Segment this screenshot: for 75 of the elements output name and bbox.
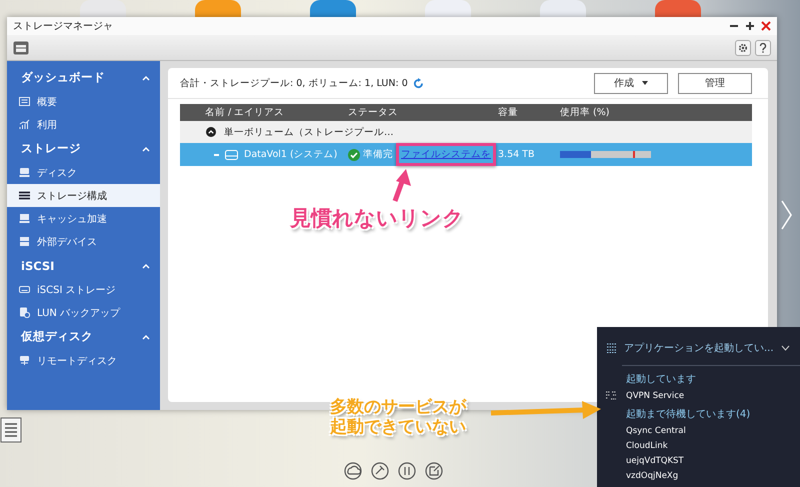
- service-name: uejqVdTQKST: [626, 456, 684, 466]
- sidebar-item[interactable]: 外部デバイス: [7, 230, 160, 253]
- section-heading: 起動まで待機しています(4): [625, 408, 752, 421]
- help-icon: [759, 42, 767, 52]
- callout-text: 多数のサービスが起動できていない: [330, 398, 468, 438]
- wrench-icon[interactable]: [371, 462, 389, 480]
- list-icon[interactable]: [0, 417, 22, 443]
- app-icon[interactable]: [195, 0, 241, 17]
- volume-row[interactable]: DataVol1 (システム) 準備完 ファイルシステムを 3.54 TB: [180, 143, 752, 166]
- service-name: QVPN Service: [626, 390, 684, 400]
- window-title: ストレージマネージャ: [13, 20, 113, 33]
- volume-name: DataVol1 (システム): [244, 148, 338, 161]
- pause-icon[interactable]: [398, 462, 416, 480]
- section-heading: iSCSI: [21, 258, 54, 272]
- collapse-icon[interactable]: [206, 127, 216, 137]
- check-icon: [348, 148, 360, 160]
- help-button[interactable]: [755, 40, 771, 56]
- group-label: 単一ボリューム（ストレージプール…: [224, 126, 394, 138]
- panel-icon[interactable]: [13, 40, 29, 54]
- drive-icon: [19, 213, 30, 224]
- drive-icon: [19, 167, 30, 178]
- chevron-up-icon[interactable]: [142, 334, 150, 340]
- refresh-icon[interactable]: [412, 78, 424, 88]
- column-header: 名前 / エイリアス: [204, 106, 286, 119]
- list-icon: [19, 96, 30, 107]
- panel-title: アプリケーションを起動してい...: [624, 342, 774, 355]
- drive-icon: [19, 355, 30, 366]
- sidebar-item[interactable]: キャッシュ加速: [7, 207, 160, 230]
- sidebar-item[interactable]: リモートディスク: [7, 349, 160, 372]
- cloud-icon[interactable]: [344, 462, 362, 480]
- chevron-down-icon[interactable]: [781, 345, 790, 351]
- drive-icon: [19, 236, 30, 247]
- caret-icon: [642, 81, 648, 85]
- summary-text: 合計・ストレージプール: 0, ボリューム: 1, LUN: 0: [180, 76, 408, 90]
- column-header: ステータス: [348, 106, 399, 119]
- column-header: 容量: [498, 106, 519, 119]
- sidebar-item[interactable]: ディスク: [7, 161, 160, 184]
- maximize-icon[interactable]: [745, 21, 755, 31]
- settings-button[interactable]: [735, 40, 751, 56]
- menu-icon: [19, 190, 30, 201]
- chevron-right-icon[interactable]: [780, 200, 792, 230]
- chevron-up-icon[interactable]: [142, 146, 150, 152]
- filesystem-link[interactable]: ファイルシステムを: [401, 149, 491, 160]
- app-icon[interactable]: [310, 0, 356, 17]
- sidebar-item[interactable]: iSCSI ストレージ: [7, 278, 160, 301]
- drive-icon: [19, 284, 30, 295]
- dash-icon: [214, 154, 219, 156]
- chevron-up-icon[interactable]: [142, 74, 150, 80]
- status-text: 準備完: [363, 148, 393, 161]
- edit-icon[interactable]: [425, 462, 443, 480]
- create-dropdown[interactable]: 作成: [594, 72, 668, 94]
- sidebar-item[interactable]: 概要: [7, 90, 160, 113]
- sidebar-item[interactable]: 利用: [7, 113, 160, 136]
- close-icon[interactable]: [761, 21, 771, 31]
- app-icon: [606, 390, 617, 400]
- callout-text: 見慣れないリンク: [290, 206, 464, 230]
- manage-button[interactable]: 管理: [678, 72, 752, 94]
- column-header: 使用率 (%): [560, 106, 610, 119]
- database-icon: [19, 307, 30, 318]
- service-name: vzdOqjNeXg: [626, 470, 678, 480]
- sidebar-item[interactable]: LUN バックアップ: [7, 301, 160, 324]
- section-heading: 仮想ディスク: [21, 329, 93, 344]
- settings-icon: [738, 42, 748, 52]
- app-icon[interactable]: [655, 0, 701, 17]
- grid-icon: [607, 343, 617, 353]
- bar-chart-icon: [19, 119, 30, 130]
- section-heading: ダッシュボード: [21, 70, 105, 85]
- chevron-up-icon[interactable]: [142, 262, 150, 268]
- drive-icon: [225, 150, 238, 160]
- service-name: CloudLink: [626, 440, 668, 450]
- section-heading: ストレージ: [21, 141, 81, 156]
- service-name: Qsync Central: [626, 426, 686, 436]
- section-heading: 起動しています: [625, 372, 697, 386]
- sidebar-item[interactable]: ストレージ構成: [7, 184, 160, 207]
- capacity-cell-text: 3.54 TB: [498, 149, 536, 160]
